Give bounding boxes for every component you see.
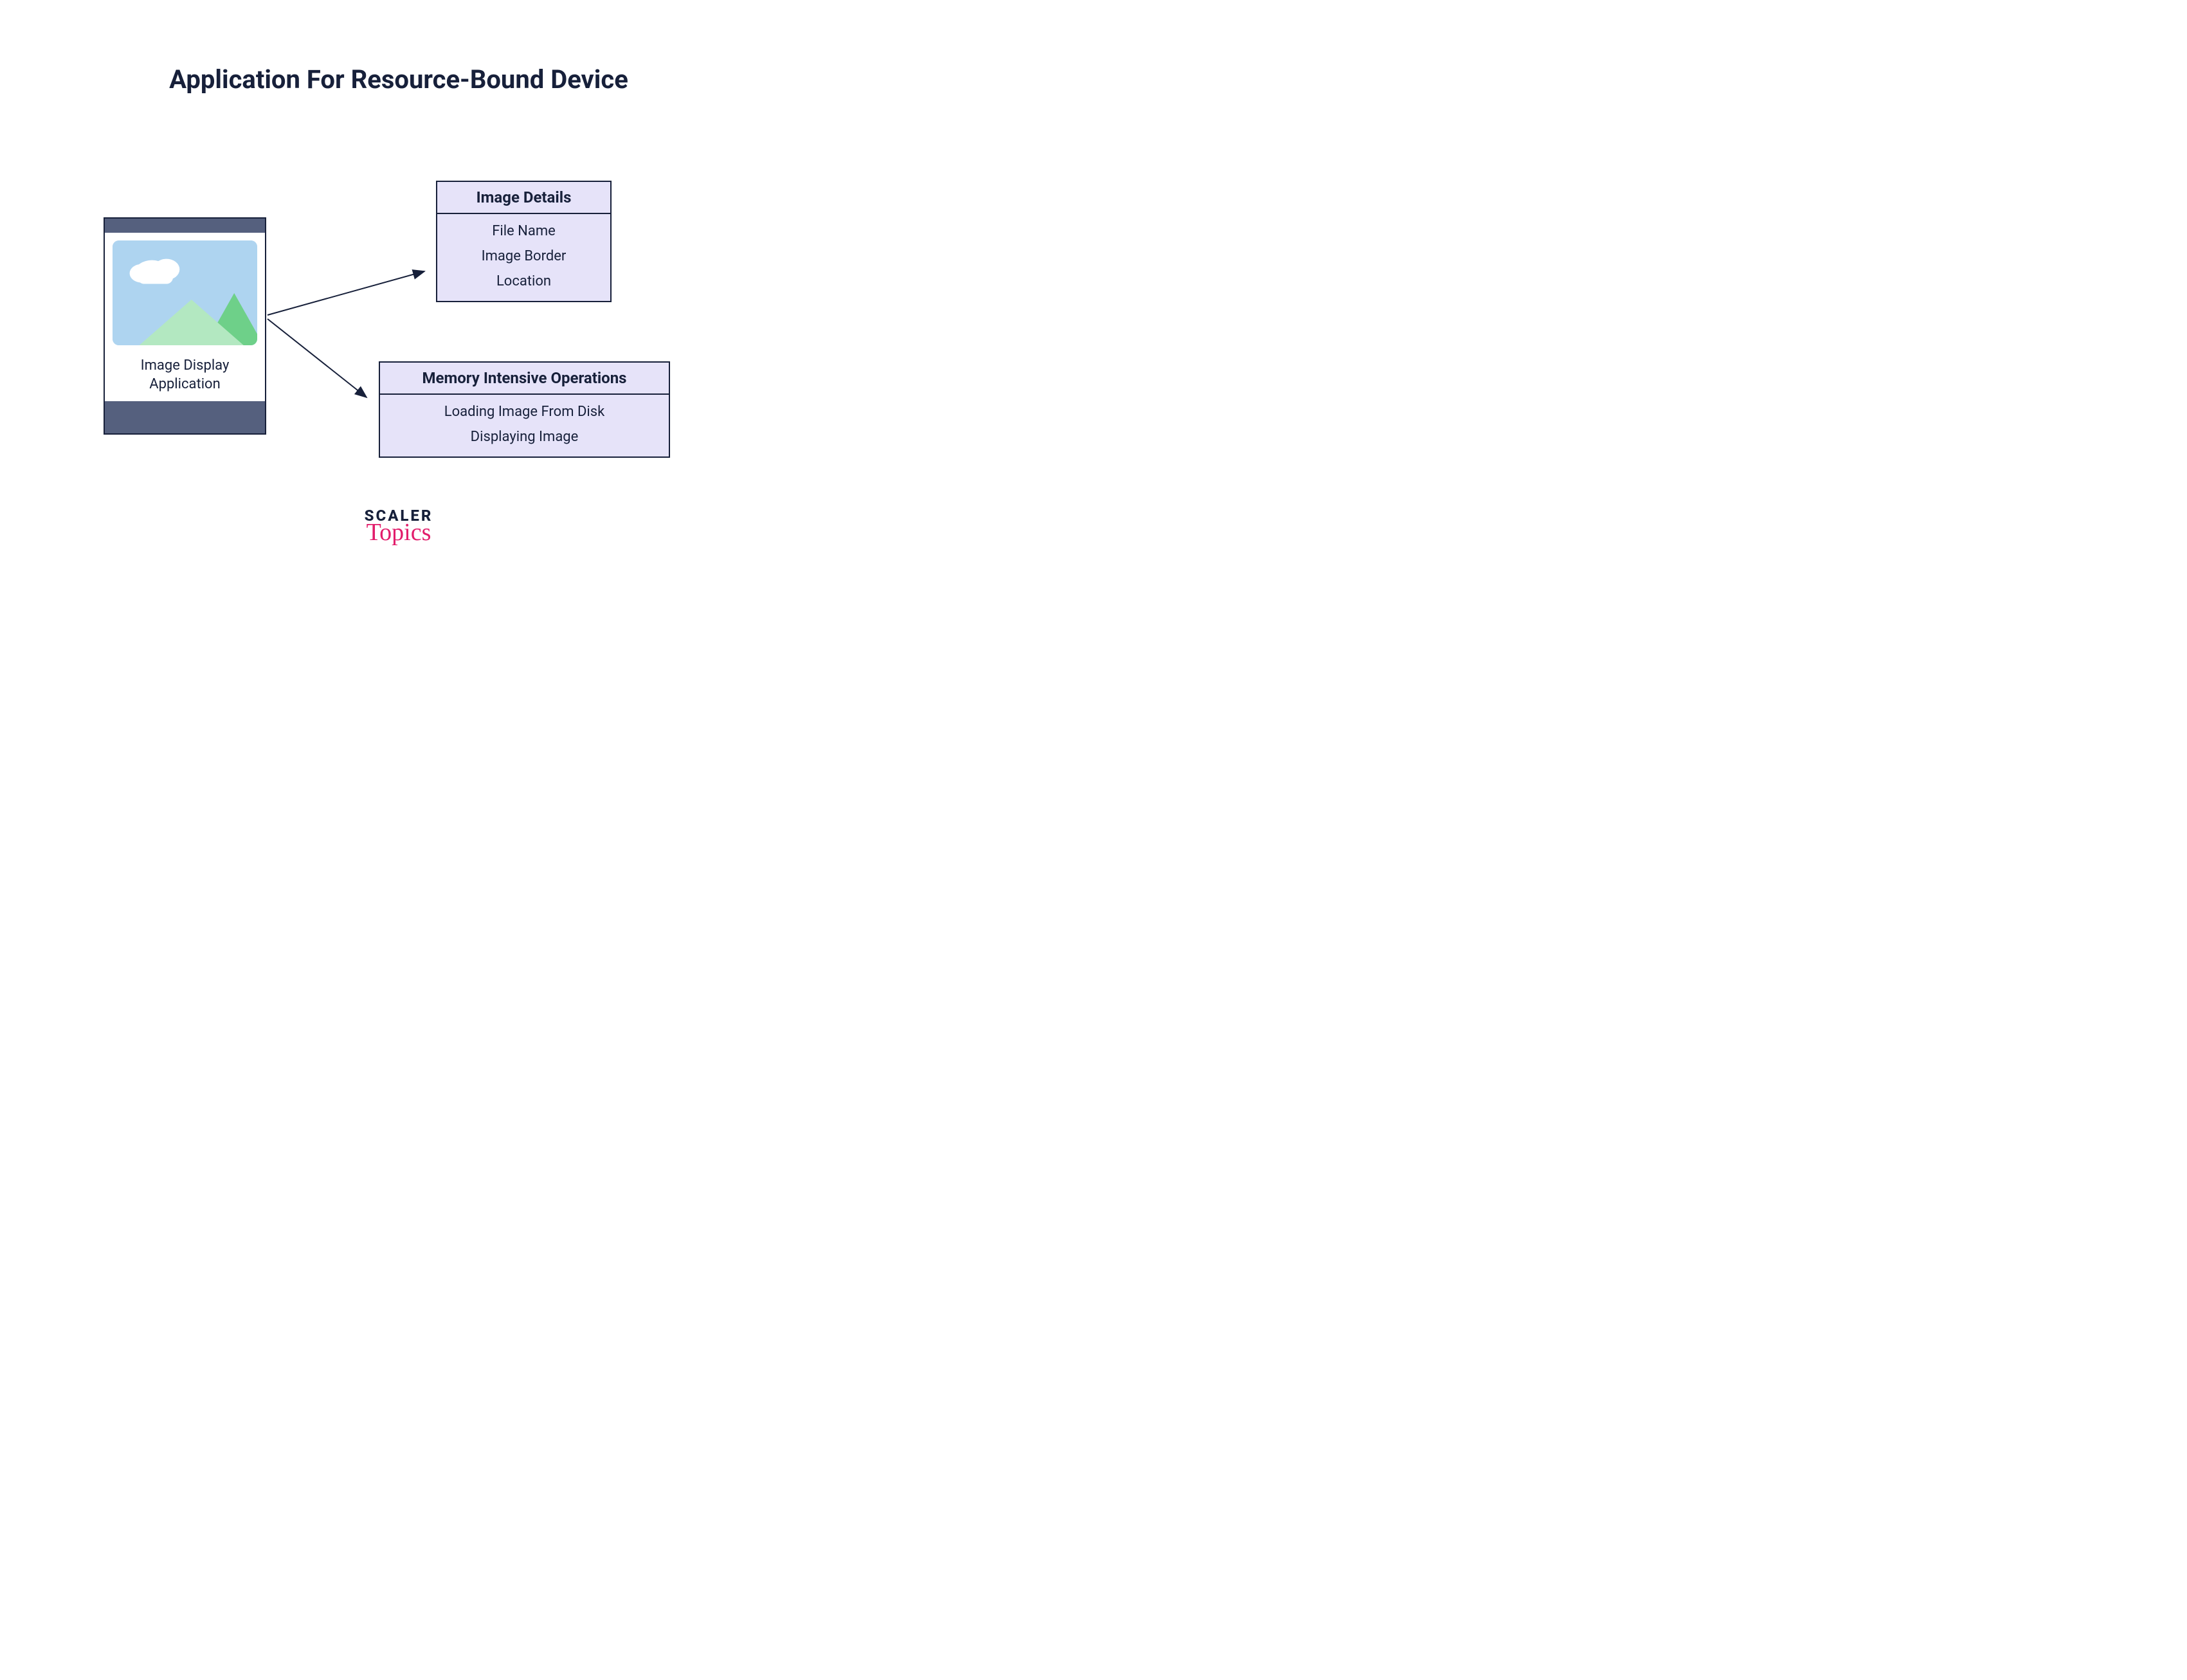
panel-memory-ops-body: Loading Image From Disk Displaying Image: [380, 395, 669, 456]
panel-image-details-header: Image Details: [437, 182, 610, 214]
panel-item: Displaying Image: [471, 429, 579, 445]
diagram-title: Application For Resource-Bound Device: [0, 64, 797, 95]
arrow-to-details: [268, 271, 424, 315]
panel-item: Location: [496, 273, 551, 289]
brand-logo: SCALER Topics: [0, 507, 797, 546]
device-frame-top: [105, 219, 265, 233]
panel-memory-ops: Memory Intensive Operations Loading Imag…: [379, 361, 670, 458]
device-card: Image Display Application: [104, 217, 266, 435]
device-frame-bottom: [105, 401, 265, 433]
panel-item: File Name: [492, 223, 556, 239]
panel-image-details: Image Details File Name Image Border Loc…: [436, 181, 612, 302]
panel-item: Loading Image From Disk: [444, 404, 605, 420]
panel-image-details-body: File Name Image Border Location: [437, 214, 610, 301]
panel-memory-ops-header: Memory Intensive Operations: [380, 363, 669, 395]
device-image-area: [105, 233, 265, 354]
device-body: Image Display Application: [105, 233, 265, 402]
brand-logo-line2: Topics: [0, 518, 797, 546]
image-placeholder-icon: [113, 240, 257, 346]
device-label: Image Display Application: [105, 353, 265, 401]
arrow-to-memops: [268, 319, 367, 397]
panel-item: Image Border: [482, 248, 567, 264]
